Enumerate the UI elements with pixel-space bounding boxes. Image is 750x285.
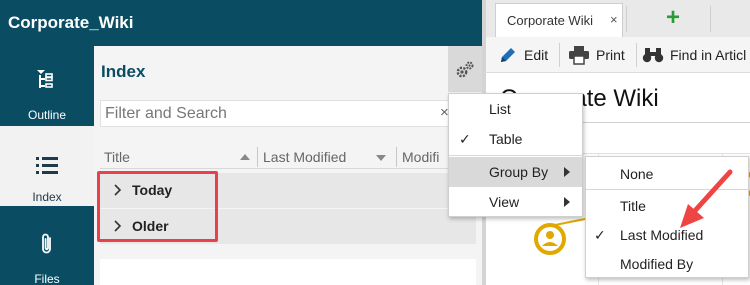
index-panel: Index Filter and Search × Title Last Mod… (94, 46, 482, 285)
paperclip-icon (42, 233, 51, 254)
print-button[interactable]: Print (568, 37, 632, 73)
toolbar-separator (559, 43, 560, 67)
view-options-menu: List ✓ Table Group By View (448, 93, 583, 217)
menu-item-label: None (620, 166, 654, 182)
group-by-submenu: None Title ✓ Last Modified Modified By (585, 156, 749, 278)
list-icon (36, 157, 58, 174)
column-divider[interactable] (396, 147, 397, 167)
nav-rail: Outline Index Files (0, 46, 94, 285)
table-header: Title Last Modified Modifi (100, 145, 482, 169)
menu-item-list[interactable]: List (449, 94, 582, 124)
tab-corporate-wiki[interactable]: Corporate Wiki × (495, 3, 623, 37)
rail-item-label: Files (34, 272, 60, 285)
rail-item-label: Index (32, 190, 62, 204)
find-label: Find in Articl (670, 47, 747, 63)
menu-item-label: List (489, 101, 511, 117)
settings-button[interactable] (448, 46, 482, 92)
search-input[interactable]: Filter and Search (100, 100, 450, 127)
document-tab-bar: Corporate Wiki × + (482, 0, 750, 37)
column-divider[interactable] (257, 147, 258, 167)
menu-item-label: View (489, 194, 520, 210)
menu-item-table[interactable]: ✓ Table (449, 124, 582, 154)
sort-ascending-icon[interactable] (240, 154, 250, 160)
menu-item-label: Group By (489, 164, 549, 180)
checkmark-icon: ✓ (594, 227, 606, 243)
menu-item-title[interactable]: Title (586, 191, 748, 221)
find-in-article-button[interactable]: Find in Articl (642, 37, 750, 73)
checkmark-icon: ✓ (459, 131, 471, 147)
column-header-last-modified[interactable]: Last Modified (263, 149, 346, 167)
submenu-arrow-icon (564, 167, 570, 177)
panel-title: Index (101, 62, 146, 81)
tab-divider (710, 6, 711, 32)
toolbar-separator (636, 43, 637, 67)
edit-button[interactable]: Edit (496, 37, 552, 73)
print-label: Print (596, 47, 625, 63)
table-empty-area (100, 259, 476, 285)
menu-item-view[interactable]: View (449, 187, 582, 217)
column-dropdown-icon[interactable] (376, 155, 386, 161)
outline-icon (37, 70, 53, 88)
app-title: Corporate_Wiki (8, 13, 134, 32)
edit-label: Edit (524, 47, 549, 63)
submenu-arrow-icon (564, 197, 570, 207)
pencil-icon (501, 48, 515, 62)
menu-item-label: Table (489, 131, 523, 147)
highlight-box (97, 171, 218, 242)
menu-item-label: Modified By (620, 256, 694, 272)
add-tab-icon[interactable]: + (666, 4, 680, 32)
rail-item-label: Outline (27, 108, 67, 122)
tab-divider (626, 6, 627, 32)
column-header-title[interactable]: Title (104, 149, 130, 167)
menu-separator (586, 189, 748, 190)
gears-icon (456, 61, 474, 78)
document-toolbar: Edit Print Find in Articl (482, 37, 750, 73)
rail-item-outline[interactable]: Outline (0, 46, 94, 126)
menu-item-none[interactable]: None (586, 159, 748, 189)
rail-item-files[interactable]: Files (0, 206, 94, 285)
close-icon[interactable]: × (610, 12, 618, 27)
app-header: Corporate_Wiki (0, 0, 482, 46)
menu-item-modified-by[interactable]: Modified By (586, 249, 748, 279)
menu-item-group-by[interactable]: Group By (449, 157, 582, 187)
rail-item-index[interactable]: Index (0, 126, 94, 206)
binoculars-icon (642, 48, 664, 63)
menu-item-last-modified[interactable]: ✓ Last Modified (586, 220, 748, 250)
menu-item-label: Title (620, 198, 646, 214)
menu-separator (449, 155, 582, 156)
printer-icon (569, 46, 589, 65)
tab-label: Corporate Wiki (507, 13, 593, 28)
menu-item-label: Last Modified (620, 227, 704, 243)
column-header-modified-by[interactable]: Modifi (402, 149, 439, 167)
